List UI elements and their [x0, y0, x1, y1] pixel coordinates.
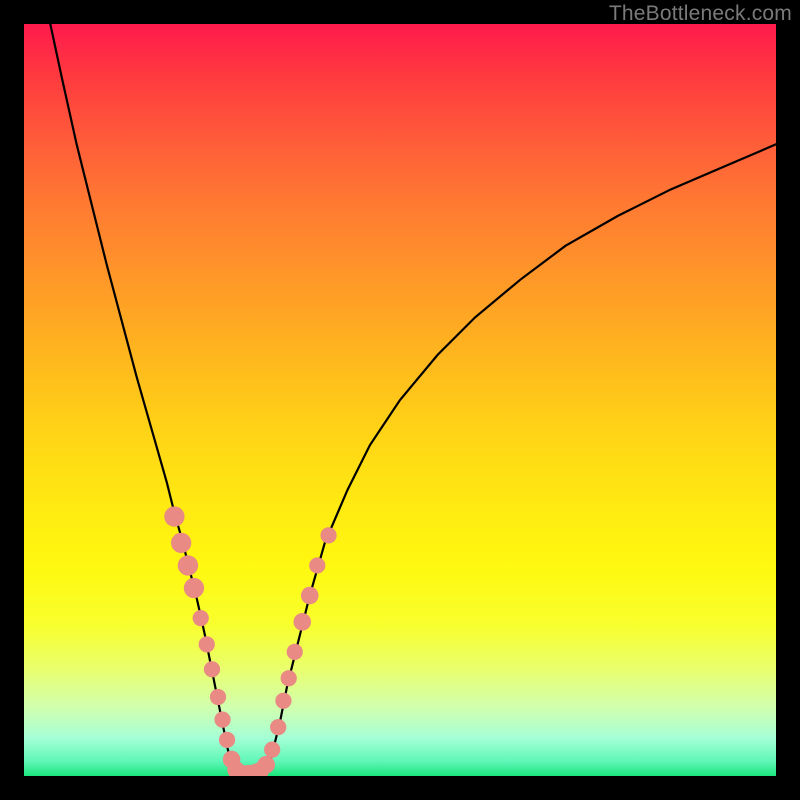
curve-layer: [24, 24, 776, 776]
data-marker: [270, 719, 286, 735]
data-marker: [214, 711, 230, 727]
data-marker: [164, 506, 184, 526]
data-marker: [257, 756, 275, 774]
data-markers: [164, 506, 336, 776]
data-marker: [275, 693, 291, 709]
data-marker: [219, 732, 235, 748]
plot-area: [24, 24, 776, 776]
data-marker: [193, 610, 209, 626]
data-marker: [171, 533, 191, 553]
data-marker: [301, 587, 319, 605]
chart-frame: TheBottleneck.com: [0, 0, 800, 800]
data-marker: [281, 670, 297, 686]
data-marker: [287, 644, 303, 660]
data-marker: [199, 636, 215, 652]
data-marker: [293, 613, 311, 631]
bottleneck-curve: [50, 24, 776, 775]
data-marker: [204, 661, 220, 677]
data-marker: [320, 527, 336, 543]
data-marker: [210, 689, 226, 705]
data-marker: [184, 578, 204, 598]
watermark-text: TheBottleneck.com: [609, 2, 792, 26]
data-marker: [178, 555, 198, 575]
data-marker: [309, 557, 325, 573]
data-marker: [264, 742, 280, 758]
